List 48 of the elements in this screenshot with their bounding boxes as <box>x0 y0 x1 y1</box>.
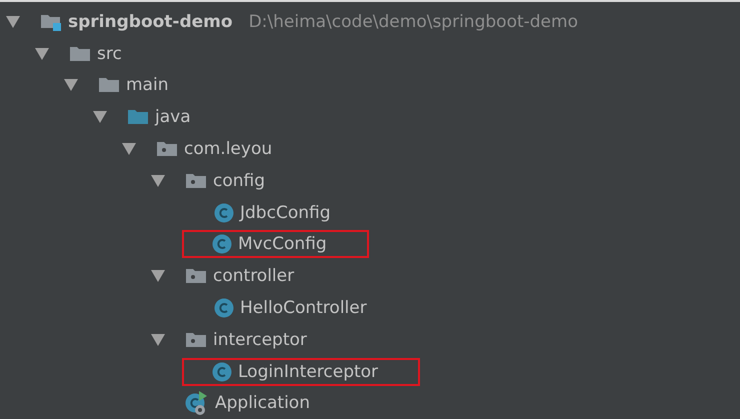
package-folder-icon <box>185 332 207 348</box>
expand-triangle-icon[interactable] <box>6 16 20 28</box>
expand-triangle-icon[interactable] <box>35 48 49 60</box>
tree-item[interactable]: java <box>121 105 197 130</box>
folder-icon <box>127 109 149 126</box>
package-folder-icon <box>185 268 207 284</box>
item-label: MvcConfig <box>238 234 327 254</box>
module-folder-icon <box>40 12 62 31</box>
item-label: java <box>155 107 191 128</box>
item-label: HelloController <box>240 298 367 318</box>
folder-icon <box>98 77 120 94</box>
expand-triangle-icon[interactable] <box>122 143 136 156</box>
expand-triangle-icon[interactable] <box>93 111 107 124</box>
expand-triangle-icon[interactable] <box>151 174 165 187</box>
class-icon <box>212 234 232 254</box>
item-label: Application <box>215 393 310 414</box>
tree-item[interactable]: Application <box>179 389 316 418</box>
expand-triangle-icon[interactable] <box>151 334 165 346</box>
expand-triangle-icon[interactable] <box>151 270 165 282</box>
item-label: config <box>213 170 266 191</box>
item-label: main <box>126 75 168 96</box>
package-folder-icon <box>156 141 178 158</box>
class-icon <box>212 362 232 382</box>
folder-icon <box>69 46 91 62</box>
item-label: com.leyou <box>184 139 272 160</box>
tree-item[interactable]: src <box>63 42 128 66</box>
highlighted-tree-item[interactable]: MvcConfig <box>184 232 367 256</box>
tree-item[interactable]: main <box>92 73 174 98</box>
highlighted-tree-item[interactable]: LoginInterceptor <box>184 360 418 384</box>
item-label: interceptor <box>213 330 307 350</box>
class-icon <box>214 298 234 318</box>
package-folder-icon <box>185 172 207 189</box>
item-label: springboot-demo <box>68 12 233 32</box>
run-class-icon <box>185 391 209 416</box>
item-label: controller <box>213 266 294 286</box>
tree-item[interactable]: HelloController <box>208 296 373 320</box>
expand-triangle-icon[interactable] <box>64 79 78 92</box>
item-label: LoginInterceptor <box>238 362 378 382</box>
tree-item[interactable]: interceptor <box>179 328 313 352</box>
tree-item[interactable]: JdbcConfig <box>208 200 336 225</box>
project-path: D:\heima\code\demo\springboot-demo <box>248 12 578 32</box>
tree-item[interactable]: config <box>179 168 272 193</box>
tree-item[interactable]: springboot-demo D:\heima\code\demo\springboot-demo <box>34 10 584 34</box>
class-icon <box>214 202 234 223</box>
item-label: src <box>97 44 122 64</box>
item-label: JdbcConfig <box>240 202 330 223</box>
tree-item[interactable]: controller <box>179 264 300 288</box>
tree-item[interactable]: com.leyou <box>150 137 278 162</box>
